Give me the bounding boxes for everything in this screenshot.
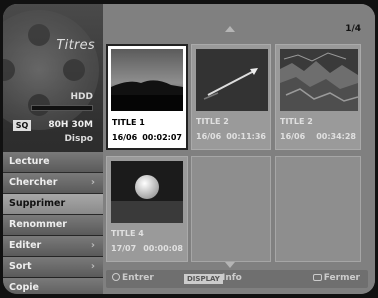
title-name: TITLE 1 bbox=[112, 118, 145, 127]
enter-icon bbox=[112, 273, 120, 281]
arrow-down-icon[interactable] bbox=[225, 262, 235, 268]
title-thumbnail bbox=[196, 49, 268, 111]
title-date: 17/07 bbox=[111, 244, 137, 253]
title-thumbnail bbox=[280, 49, 358, 111]
menu-item-label: Supprimer bbox=[9, 198, 66, 209]
menu-item-label: Chercher bbox=[9, 177, 58, 188]
title-date: 16/06 bbox=[196, 132, 222, 141]
quality-badge: SQ bbox=[13, 120, 31, 131]
title-duration: 00:11:36 bbox=[226, 132, 266, 141]
title-thumbnail bbox=[111, 161, 183, 223]
tv-screen: Titres HDD SQ 80H 30M Dispo Lecture Cher… bbox=[0, 0, 378, 298]
chevron-right-icon: › bbox=[90, 261, 95, 272]
title-tile[interactable]: TITLE 1 16/06 00:02:07 bbox=[106, 44, 188, 150]
menu-item-copie[interactable]: Copie bbox=[3, 278, 103, 294]
chevron-right-icon: › bbox=[90, 240, 95, 251]
storage-usage-bar bbox=[31, 105, 93, 111]
arrow-up-icon[interactable] bbox=[225, 26, 235, 32]
title-grid-panel: 1/4 TITLE 1 16/06 00:02:07 TITLE 2 16/06… bbox=[103, 4, 375, 294]
empty-title-slot bbox=[275, 156, 361, 262]
screen-title: Titres bbox=[56, 38, 95, 53]
storage-label: HDD bbox=[70, 92, 93, 102]
menu-item-supprimer[interactable]: Supprimer bbox=[3, 194, 103, 214]
title-name: TITLE 2 bbox=[280, 117, 313, 126]
remaining-time: 80H 30M bbox=[48, 120, 93, 130]
page-indicator: 1/4 bbox=[345, 24, 361, 34]
display-key-badge: DISPLAY bbox=[184, 274, 223, 284]
options-menu: Lecture Chercher › Supprimer Renommer Ed… bbox=[3, 152, 103, 294]
title-tile[interactable]: TITLE 4 17/07 00:00:08 bbox=[106, 156, 188, 262]
title-date: 16/06 bbox=[112, 133, 138, 142]
title-list-window: Titres HDD SQ 80H 30M Dispo Lecture Cher… bbox=[3, 4, 375, 294]
title-tile[interactable]: TITLE 2 16/06 00:11:36 bbox=[191, 44, 271, 150]
title-duration: 00:02:07 bbox=[142, 133, 182, 142]
left-panel: Titres HDD SQ 80H 30M Dispo Lecture Cher… bbox=[3, 4, 103, 294]
info-label: Info bbox=[222, 273, 242, 283]
menu-item-lecture[interactable]: Lecture bbox=[3, 152, 103, 172]
title-name: TITLE 4 bbox=[111, 229, 144, 238]
button-guide-bar: Entrer DISPLAY Info Fermer bbox=[106, 270, 368, 288]
film-reel-icon bbox=[3, 10, 99, 130]
title-date: 16/06 bbox=[280, 132, 306, 141]
close-hint: Fermer bbox=[312, 273, 360, 283]
menu-item-label: Editer bbox=[9, 240, 42, 251]
menu-item-chercher[interactable]: Chercher › bbox=[3, 173, 103, 193]
menu-item-editer[interactable]: Editer › bbox=[3, 236, 103, 256]
close-label: Fermer bbox=[323, 273, 360, 283]
title-thumbnail bbox=[111, 49, 183, 111]
menu-item-label: Copie bbox=[9, 282, 39, 293]
empty-title-slot bbox=[191, 156, 271, 262]
title-duration: 00:00:08 bbox=[143, 244, 183, 253]
menu-item-label: Renommer bbox=[9, 219, 67, 230]
menu-item-label: Lecture bbox=[9, 156, 50, 167]
title-tile[interactable]: TITLE 2 16/06 00:34:28 bbox=[275, 44, 361, 150]
menu-item-sort[interactable]: Sort › bbox=[3, 257, 103, 277]
menu-item-label: Sort bbox=[9, 261, 32, 272]
close-icon bbox=[312, 274, 322, 281]
enter-hint: Entrer bbox=[112, 273, 154, 283]
chevron-right-icon: › bbox=[90, 177, 95, 188]
enter-label: Entrer bbox=[122, 273, 154, 283]
menu-item-renommer[interactable]: Renommer bbox=[3, 215, 103, 235]
title-name: TITLE 2 bbox=[196, 117, 229, 126]
available-label: Dispo bbox=[64, 134, 93, 144]
title-duration: 00:34:28 bbox=[316, 132, 356, 141]
